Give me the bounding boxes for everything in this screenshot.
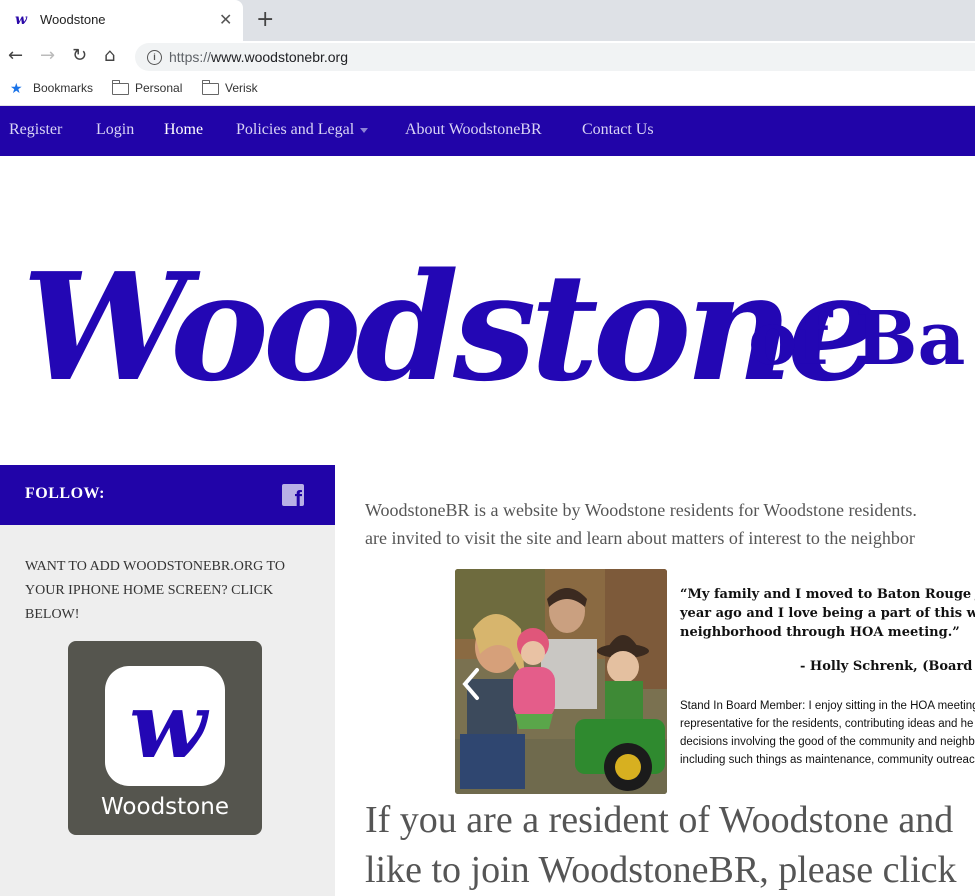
- testimonial-attribution: - Holly Schrenk, (Board M: [800, 659, 975, 674]
- facebook-icon[interactable]: f: [282, 484, 304, 506]
- url-host: www.woodstonebr.org: [211, 49, 348, 65]
- bookmark-bookmarks[interactable]: Bookmarks: [33, 81, 93, 95]
- app-icon-letter: w: [129, 673, 206, 779]
- intro-line-1: WoodstoneBR is a website by Woodstone re…: [365, 500, 917, 520]
- logo-suffix-text: of Ba: [748, 296, 966, 382]
- intro-paragraph: WoodstoneBR is a website by Woodstone re…: [365, 496, 975, 552]
- woodstone-app-icon: w: [105, 666, 225, 786]
- home-icon[interactable]: ⌂: [104, 45, 115, 66]
- main-content: WoodstoneBR is a website by Woodstone re…: [335, 465, 975, 896]
- bookmark-verisk[interactable]: Verisk: [225, 81, 258, 95]
- chevron-down-icon: [360, 127, 369, 133]
- nav-policies-label: Policies and Legal: [236, 121, 355, 138]
- bookmarks-bar: ★ Bookmarks Personal Verisk: [0, 74, 975, 106]
- follow-header: FOLLOW: f: [0, 465, 335, 525]
- browser-toolbar: ← → ↻ ⌂ i https://www.woodstonebr.org: [0, 41, 975, 74]
- quote-line: year ago and I love being a part of this…: [680, 606, 975, 621]
- quote-line: “My family and I moved to Baton Rouge ju: [680, 587, 975, 602]
- close-tab-icon[interactable]: ✕: [219, 10, 232, 30]
- desc-line: representative for the residents, contri…: [680, 718, 974, 730]
- desc-line: decisions involving the good of the comm…: [680, 736, 975, 748]
- url-scheme: https://: [169, 49, 212, 65]
- forward-icon[interactable]: →: [40, 45, 55, 66]
- browser-tabstrip: w Woodstone ✕ +: [0, 0, 975, 41]
- nav-register[interactable]: Register: [9, 121, 62, 139]
- nav-home[interactable]: Home: [164, 121, 203, 139]
- testimonial-carousel: “My family and I moved to Baton Rouge ju…: [455, 569, 975, 794]
- info-icon[interactable]: i: [147, 50, 162, 65]
- nav-login[interactable]: Login: [96, 121, 134, 139]
- quote-line: neighborhood through HOA meeting.”: [680, 625, 960, 640]
- previous-slide-icon[interactable]: [457, 664, 487, 704]
- intro-line-2: are invited to visit the site and learn …: [365, 528, 915, 548]
- nav-about[interactable]: About WoodstoneBR: [405, 121, 542, 139]
- tab-title: Woodstone: [40, 12, 106, 27]
- site-nav: Register Login Home Policies and Legal A…: [0, 106, 975, 156]
- back-icon[interactable]: ←: [8, 45, 23, 66]
- address-bar[interactable]: i https://www.woodstonebr.org: [135, 43, 975, 71]
- bookmark-personal[interactable]: Personal: [135, 81, 182, 95]
- reload-icon[interactable]: ↻: [72, 45, 87, 66]
- follow-label: FOLLOW:: [25, 485, 105, 502]
- desc-line: including such things as maintenance, co…: [680, 754, 975, 766]
- new-tab-icon[interactable]: +: [256, 7, 274, 32]
- cta-line-2: like to join WoodstoneBR, please click: [365, 849, 957, 891]
- site-logo[interactable]: Woodstone of Ba: [22, 232, 975, 432]
- nav-contact[interactable]: Contact Us: [582, 121, 654, 139]
- home-screen-prompt: WANT TO ADD WOODSTONEBR.ORG TO YOUR IPHO…: [25, 559, 285, 622]
- star-icon: ★: [10, 80, 23, 96]
- favicon-icon: w: [15, 12, 28, 28]
- testimonial-quote: “My family and I moved to Baton Rouge ju…: [680, 585, 975, 642]
- add-to-home-screen-tile[interactable]: w Woodstone: [68, 641, 262, 835]
- cta-line-1: If you are a resident of Woodstone and: [365, 799, 954, 841]
- app-label: Woodstone: [101, 794, 229, 820]
- url-text[interactable]: https://www.woodstonebr.org: [169, 49, 348, 65]
- join-call-to-action: If you are a resident of Woodstone and l…: [365, 795, 975, 895]
- browser-tab[interactable]: w Woodstone ✕: [0, 0, 243, 41]
- sidebar: FOLLOW: f WANT TO ADD WOODSTONEBR.ORG TO…: [0, 465, 335, 896]
- desc-line: Stand In Board Member: I enjoy sitting i…: [680, 700, 975, 712]
- nav-policies[interactable]: Policies and Legal: [236, 121, 369, 139]
- testimonial-description: Stand In Board Member: I enjoy sitting i…: [680, 697, 975, 769]
